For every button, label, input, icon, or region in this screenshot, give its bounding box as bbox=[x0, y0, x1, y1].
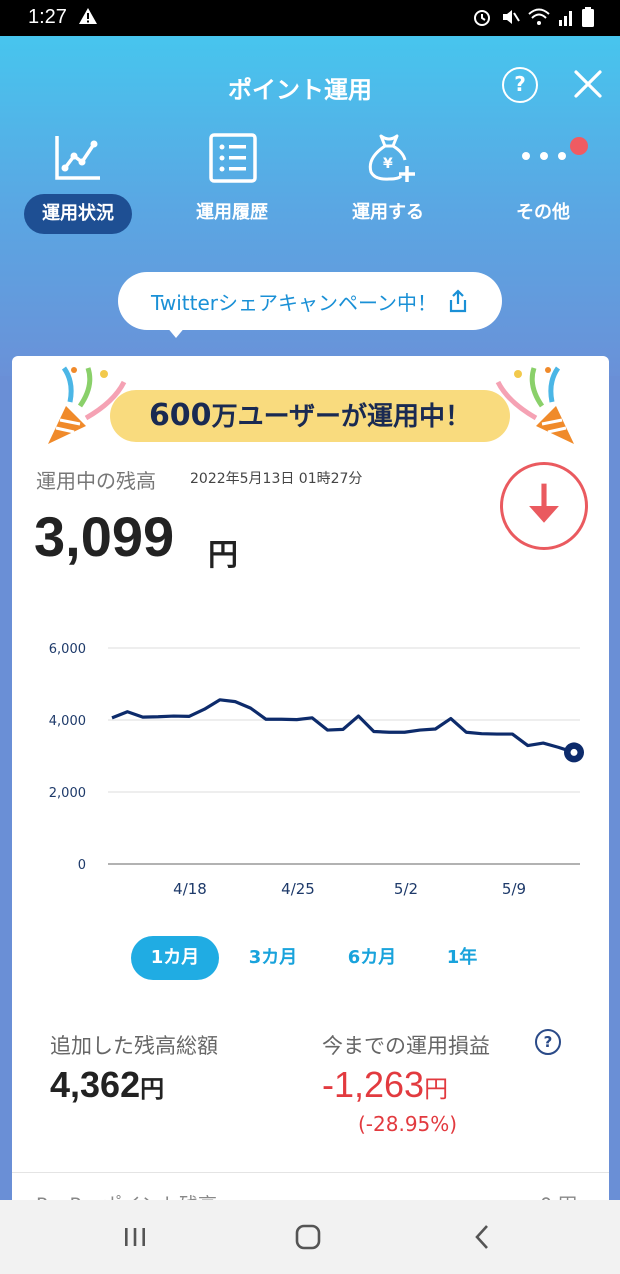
tab-status-label: 運用状況 bbox=[24, 194, 132, 234]
period-3m[interactable]: 3カ月 bbox=[229, 936, 317, 980]
close-icon[interactable] bbox=[570, 66, 606, 102]
period-1y[interactable]: 1年 bbox=[418, 936, 506, 980]
alarm-icon bbox=[474, 10, 490, 26]
status-icons bbox=[472, 7, 594, 27]
added-unit: 円 bbox=[140, 1075, 165, 1103]
chart-y-tick-label: 2,000 bbox=[49, 786, 86, 801]
chart-y-tick-label: 6,000 bbox=[49, 642, 86, 657]
campaign-bubble[interactable]: Twitterシェアキャンペーン中！ bbox=[118, 272, 502, 330]
balance-timestamp: 2022年5月13日 01時27分 bbox=[190, 471, 363, 487]
period-6m[interactable]: 6カ月 bbox=[328, 936, 416, 980]
status-time: 1:27 bbox=[28, 6, 67, 28]
list-icon bbox=[209, 133, 257, 183]
users-banner-number: 600 bbox=[148, 398, 212, 433]
pl-unit: 円 bbox=[424, 1075, 449, 1103]
chart-y-tick-label: 0 bbox=[78, 858, 86, 873]
share-icon bbox=[449, 289, 467, 313]
mute-icon bbox=[503, 10, 520, 24]
back-icon[interactable] bbox=[470, 1220, 496, 1254]
added-label: 追加した残高総額 bbox=[50, 1034, 218, 1058]
chart-x-tick-label: 4/25 bbox=[281, 880, 315, 898]
tab-more[interactable]: その他 bbox=[478, 132, 608, 236]
pl-value: -1,263円 bbox=[322, 1064, 448, 1106]
warning-icon bbox=[79, 8, 97, 24]
signal-icon bbox=[559, 11, 572, 26]
help-button[interactable]: ? bbox=[502, 67, 538, 103]
balance-unit: 円 bbox=[208, 538, 238, 573]
battery-icon bbox=[582, 7, 594, 27]
chart-x-tick-label: 4/18 bbox=[173, 880, 207, 898]
users-banner: 600万ユーザーが運用中！ bbox=[110, 390, 510, 442]
chart-x-tick-label: 5/9 bbox=[502, 880, 526, 898]
chart-latest-point-center bbox=[570, 748, 578, 756]
chart-x-tick-label: 5/2 bbox=[394, 880, 418, 898]
balance-label: 運用中の残高 bbox=[36, 469, 156, 493]
svg-text:¥: ¥ bbox=[383, 156, 393, 172]
bubble-tail bbox=[166, 326, 186, 338]
users-banner-text: 万ユーザーが運用中！ bbox=[211, 402, 472, 432]
tab-invest-label: 運用する bbox=[352, 202, 424, 223]
chart-series-line bbox=[111, 698, 575, 754]
tab-history[interactable]: 運用履歴 bbox=[167, 132, 297, 236]
recent-apps-icon[interactable] bbox=[122, 1220, 148, 1254]
wifi-icon bbox=[528, 8, 550, 25]
period-1m[interactable]: 1カ月 bbox=[131, 936, 219, 980]
campaign-text: Twitterシェアキャンペーン中！ bbox=[150, 290, 438, 315]
pl-percent: (-28.95%) bbox=[358, 1112, 458, 1136]
divider bbox=[12, 1172, 609, 1173]
tab-status[interactable]: 運用状況 bbox=[12, 132, 142, 236]
period-selector: 1カ月 3カ月 6カ月 1年 bbox=[0, 936, 620, 982]
money-bag-add-icon: ¥ bbox=[368, 134, 415, 182]
system-nav-bar bbox=[0, 1200, 620, 1274]
pl-help-icon[interactable]: ? bbox=[535, 1029, 561, 1055]
home-icon[interactable] bbox=[294, 1220, 324, 1254]
added-value: 4,362円 bbox=[50, 1064, 164, 1106]
chart-y-tick-label: 4,000 bbox=[49, 714, 86, 729]
tab-history-label: 運用履歴 bbox=[196, 202, 268, 223]
status-bar: 1:27 bbox=[0, 0, 620, 36]
tab-invest[interactable]: ¥ 運用する bbox=[323, 132, 453, 236]
tab-more-label: その他 bbox=[516, 202, 570, 223]
balance-value: 3,099 bbox=[34, 505, 175, 568]
more-dots-icon bbox=[522, 152, 566, 160]
balance-chart: 6,000 4,000 2,000 0 4/18 4/25 5/2 5/9 bbox=[49, 642, 584, 898]
arrow-down-icon bbox=[500, 462, 588, 550]
pl-label: 今までの運用損益 bbox=[322, 1034, 490, 1058]
notification-dot bbox=[570, 137, 588, 155]
added-amount: 4,362 bbox=[50, 1064, 141, 1105]
pl-amount: -1,263 bbox=[322, 1064, 425, 1105]
chart-line-icon bbox=[55, 136, 100, 180]
